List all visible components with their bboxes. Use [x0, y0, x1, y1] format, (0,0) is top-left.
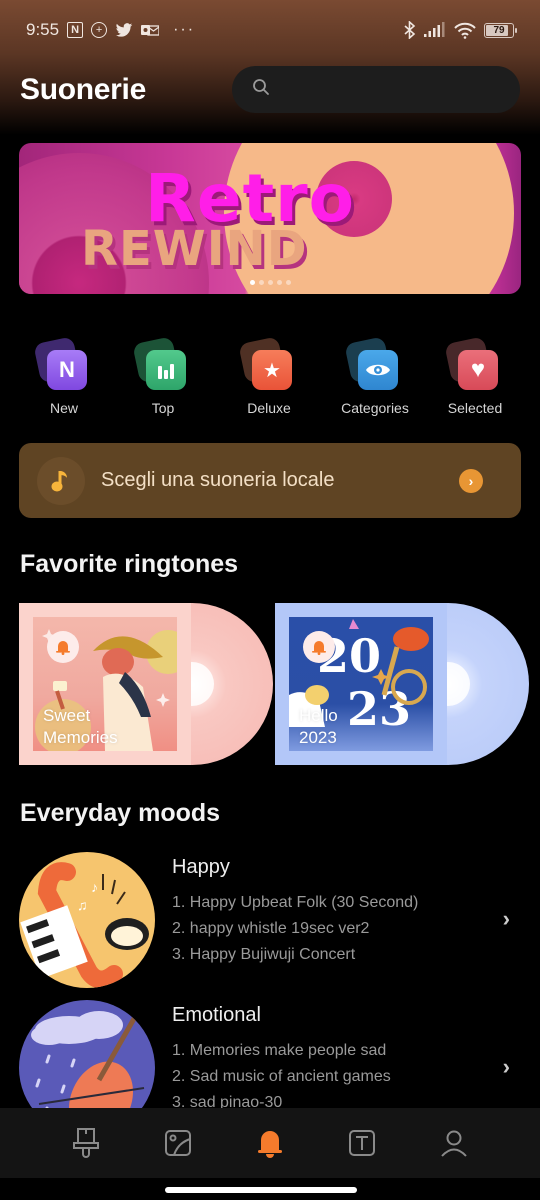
- choose-local-ringtone-button[interactable]: Scegli una suoneria locale ›: [19, 443, 521, 518]
- bar-chart-icon: [146, 350, 186, 390]
- category-label: New: [49, 400, 78, 416]
- mood-item-happy[interactable]: ♪ ♫ Happy 1. Happy Upbeat Folk (30 Secon…: [0, 852, 540, 992]
- category-new[interactable]: N New: [19, 336, 109, 416]
- eye-icon: [358, 350, 398, 390]
- outlook-icon: [141, 23, 160, 37]
- category-label: Selected: [447, 400, 503, 416]
- search-input[interactable]: [280, 80, 500, 99]
- twitter-icon: [115, 22, 133, 38]
- carousel-dot[interactable]: [276, 280, 282, 285]
- category-categories[interactable]: Categories: [330, 336, 420, 416]
- chevron-right-icon: ›: [502, 906, 510, 931]
- bottom-navigation: [0, 1108, 540, 1178]
- favorite-title-line1: Sweet: [43, 706, 91, 725]
- moods-section-title: Everyday moods: [20, 799, 221, 827]
- nfc-n-icon: N: [67, 22, 84, 38]
- category-top[interactable]: Top: [118, 336, 208, 416]
- wallpaper-icon: [165, 1130, 191, 1156]
- bell-icon: [258, 1131, 282, 1158]
- favorite-card-sweet-memories[interactable]: Sweet Memories: [19, 603, 273, 765]
- chevron-right-icon: ›: [459, 469, 483, 493]
- app-header: Suonerie: [0, 64, 540, 116]
- add-circle-icon: +: [91, 22, 108, 38]
- mood-track: 2. happy whistle 19sec ver2: [172, 920, 370, 937]
- nav-fonts[interactable]: [342, 1123, 382, 1163]
- font-t-icon: [349, 1130, 375, 1156]
- favorite-title: Sweet Memories: [43, 705, 118, 749]
- nav-wallpapers[interactable]: [158, 1123, 198, 1163]
- svg-text:23: 23: [347, 682, 411, 736]
- category-label: Categories: [341, 400, 409, 416]
- status-bar: 9:55 N + ··· 79: [0, 0, 540, 60]
- bell-icon: [47, 631, 79, 663]
- promo-banner[interactable]: Retro REWIND: [19, 143, 521, 294]
- favorite-title-line2: Memories: [43, 728, 118, 747]
- favorite-title-line2: 2023: [299, 728, 337, 747]
- mood-name: Happy: [172, 856, 230, 878]
- mood-track: 3. Happy Bujiwuji Concert: [172, 946, 356, 963]
- new-n-icon: N: [47, 350, 87, 390]
- person-icon: [441, 1130, 467, 1157]
- page-title: Suonerie: [20, 73, 146, 106]
- nav-themes[interactable]: [66, 1123, 106, 1163]
- battery-level: 79: [493, 24, 505, 36]
- album-sleeve: 20 23 Hello 2023: [275, 603, 447, 765]
- favorite-title: Hello 2023: [299, 705, 338, 749]
- chevron-right-icon: ›: [502, 1054, 510, 1079]
- favorites-section-title: Favorite ringtones: [20, 550, 239, 578]
- category-row: N New Top ★ Deluxe Categories ♥ Selected: [0, 336, 540, 425]
- carousel-indicator: [19, 280, 521, 285]
- svg-text:♫: ♫: [77, 897, 88, 913]
- carousel-dot[interactable]: [258, 280, 264, 285]
- category-label: Deluxe: [247, 400, 291, 416]
- nav-ringtones[interactable]: [250, 1123, 290, 1163]
- local-ringtone-label: Scegli una suoneria locale: [101, 469, 335, 491]
- mood-track: 1. Happy Upbeat Folk (30 Second): [172, 894, 419, 911]
- star-icon: ★: [252, 350, 292, 390]
- banner-subtitle: REWIND: [81, 221, 308, 277]
- bell-icon: [303, 631, 335, 663]
- mood-name: Emotional: [172, 1004, 261, 1026]
- home-indicator[interactable]: [165, 1187, 357, 1193]
- svg-text:♪: ♪: [91, 879, 98, 895]
- favorite-card-hello-2023[interactable]: 20 23 Hello 2023: [275, 603, 529, 765]
- paintbrush-icon: [73, 1128, 99, 1158]
- status-time: 9:55: [26, 20, 60, 39]
- mood-track: 1. Memories make people sad: [172, 1042, 387, 1059]
- mood-track: 2. Sad music of ancient games: [172, 1068, 391, 1085]
- carousel-dot[interactable]: [285, 280, 291, 285]
- battery-icon: 79: [484, 22, 517, 38]
- category-selected[interactable]: ♥ Selected: [430, 336, 520, 416]
- music-note-icon: [37, 456, 85, 505]
- bluetooth-icon: [404, 21, 416, 39]
- nav-profile[interactable]: [434, 1123, 474, 1163]
- carousel-dot[interactable]: [267, 280, 273, 285]
- category-deluxe[interactable]: ★ Deluxe: [224, 336, 314, 416]
- search-bar[interactable]: [232, 66, 520, 113]
- search-icon: [252, 78, 270, 101]
- wifi-icon: [454, 22, 476, 39]
- favorite-title-line1: Hello: [299, 706, 338, 725]
- signal-icon: [424, 22, 446, 38]
- album-sleeve: Sweet Memories: [19, 603, 191, 765]
- happy-mood-artwork: ♪ ♫: [19, 852, 155, 988]
- carousel-dot[interactable]: [249, 280, 255, 285]
- category-label: Top: [151, 400, 175, 416]
- heart-icon: ♥: [458, 350, 498, 390]
- more-notifications-icon: ···: [173, 21, 196, 38]
